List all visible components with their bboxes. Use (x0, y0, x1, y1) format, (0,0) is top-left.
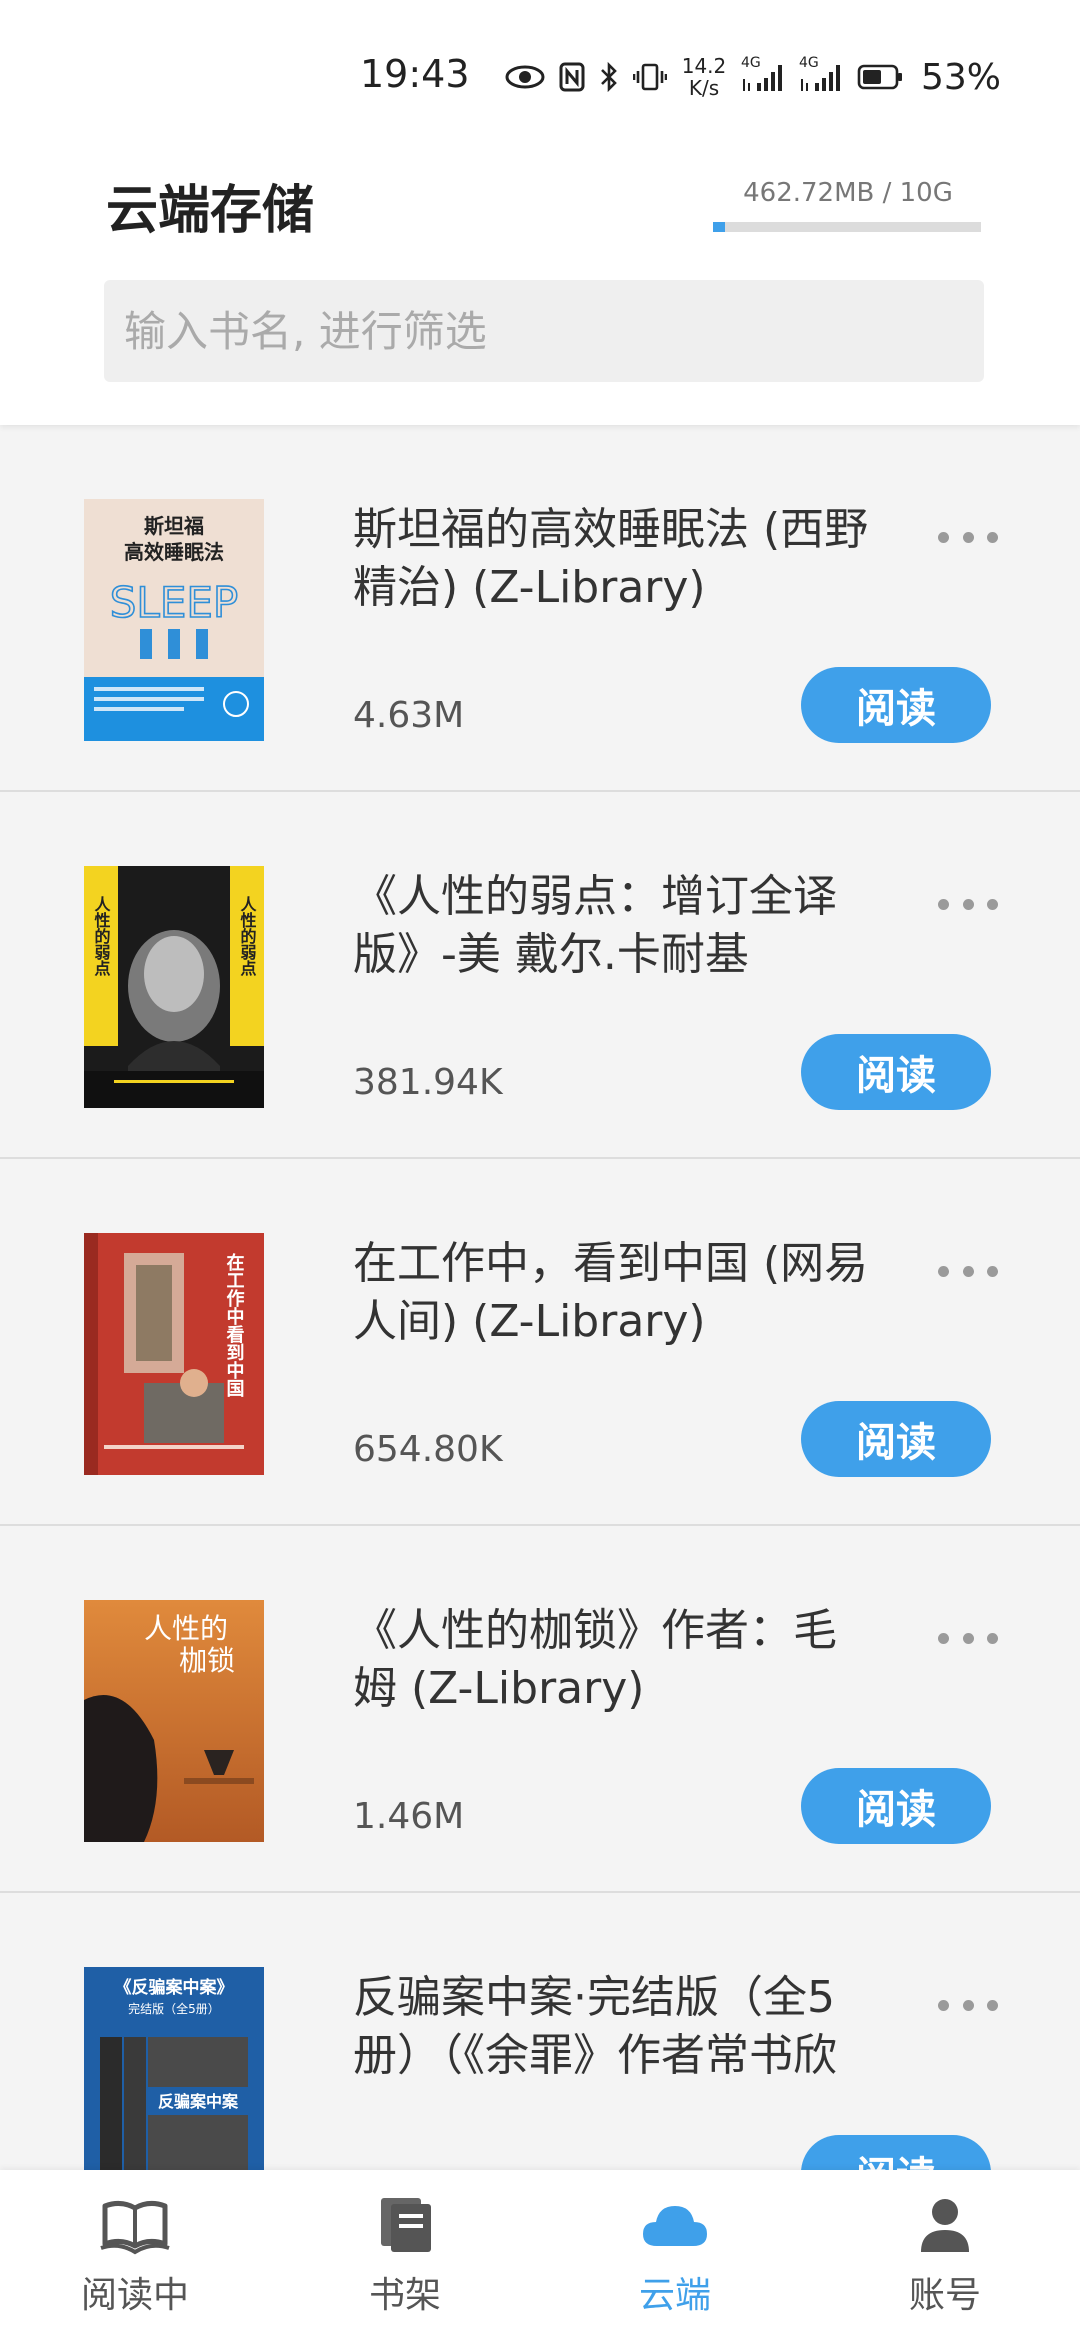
status-bar: 19:43 14.2 K/s 4G 4G 53% (0, 0, 1080, 140)
vibrate-icon (633, 62, 667, 92)
nav-label: 账号 (908, 2275, 981, 2316)
more-dot-icon (962, 898, 974, 910)
more-options-button[interactable] (938, 1626, 998, 1650)
battery-percent: 53% (921, 56, 1002, 98)
net-speed-value: 14.2 (681, 54, 727, 78)
storage-usage-bar (713, 222, 981, 232)
signal-label-2: 4G (799, 55, 819, 71)
read-button[interactable]: 阅读 (801, 1034, 991, 1110)
cover-text: 人性的弱点 (92, 896, 111, 977)
net-speed-unit: K/s (688, 76, 720, 100)
book-title[interactable]: 反骗案中案·完结版（全5册）（《余罪》作者常书欣 (353, 1969, 873, 2085)
more-dot-icon (962, 1265, 974, 1277)
book-title[interactable]: 斯坦福的高效睡眠法 (西野精治) (Z-Library) (353, 501, 873, 617)
bookshelf-icon (381, 2198, 431, 2252)
book-item[interactable]: 人性的弱点 人性的弱点 《人性的弱点：增订全译版》-美 戴尔.卡耐基 381.9… (0, 792, 1080, 1159)
storage-usage-text: 462.72MB / 10G (743, 178, 953, 208)
signal-icon-2: 4G (799, 55, 843, 93)
more-dot-icon (987, 531, 998, 543)
nav-item-cloud[interactable]: 云端 (540, 2170, 810, 2340)
book-cover[interactable]: 人性的弱点 人性的弱点 (84, 866, 264, 1108)
nav-item-reading[interactable]: 阅读中 (0, 2170, 270, 2340)
status-icons: 14.2 K/s 4G 4G 53% (505, 52, 1001, 102)
more-dot-icon (987, 898, 998, 910)
cover-text: 枷锁 (179, 1644, 235, 1677)
signal-label: 4G (741, 55, 761, 71)
book-item[interactable]: 斯坦福 高效睡眠法 SLEEP 斯坦福的高效睡眠法 (西野精治) (Z-Libr… (0, 425, 1080, 792)
net-speed: 14.2 K/s (681, 55, 727, 99)
nav-label: 云端 (638, 2275, 711, 2316)
cloud-icon (643, 2206, 707, 2246)
cover-text: SLEEP (110, 578, 238, 627)
header: 19:43 14.2 K/s 4G 4G 53% 云端存储 462.72MB /… (0, 0, 1080, 425)
more-options-button[interactable] (938, 525, 998, 549)
more-dot-icon (987, 1265, 998, 1277)
more-dot-icon (987, 1999, 998, 2011)
storage-usage-fill (713, 222, 726, 232)
battery-icon (857, 63, 903, 91)
open-book-icon (100, 2200, 170, 2255)
more-dot-icon (962, 1999, 974, 2011)
more-dot-icon (938, 1632, 949, 1644)
book-cover[interactable]: 斯坦福 高效睡眠法 SLEEP (84, 499, 264, 741)
book-cover[interactable]: 人性的 枷锁 (84, 1600, 264, 1842)
more-dot-icon (987, 1632, 998, 1644)
more-options-button[interactable] (938, 1259, 998, 1283)
nav-item-account[interactable]: 账号 (810, 2170, 1080, 2340)
more-dot-icon (962, 1632, 974, 1644)
more-dot-icon (938, 898, 949, 910)
read-button[interactable]: 阅读 (801, 1401, 991, 1477)
signal-icon: 4G (741, 55, 785, 93)
cover-text: 反骗案中案 (158, 2092, 239, 2111)
cover-text: 人性的弱点 (238, 896, 257, 977)
book-cover[interactable]: 在工作中看到中国 (84, 1233, 264, 1475)
more-dot-icon (962, 531, 974, 543)
cover-text: 高效睡眠法 (124, 540, 224, 564)
person-icon (921, 2199, 969, 2252)
cover-text: 斯坦福 (144, 514, 204, 538)
nav-label: 书架 (368, 2275, 441, 2316)
nfc-icon (559, 62, 585, 92)
book-size: 1.46M (353, 1796, 465, 1837)
bottom-nav: 阅读中 书架 云端 账号 (0, 2170, 1080, 2340)
more-dot-icon (938, 1265, 949, 1277)
search-input[interactable] (104, 280, 984, 382)
status-time: 19:43 (360, 52, 470, 96)
nav-label: 阅读中 (80, 2275, 189, 2316)
cover-text: 人性的 (144, 1612, 228, 1645)
book-item[interactable]: 人性的 枷锁 《人性的枷锁》作者：毛姆 (Z-Library) 1.46M 阅读 (0, 1526, 1080, 1893)
nav-item-bookshelf[interactable]: 书架 (270, 2170, 540, 2340)
more-dot-icon (938, 531, 949, 543)
more-options-button[interactable] (938, 892, 998, 916)
book-item[interactable]: 在工作中看到中国 在工作中，看到中国 (网易人间) (Z-Library) 65… (0, 1159, 1080, 1526)
book-size: 654.80K (353, 1429, 503, 1470)
cover-text: 《反骗案中案》 (115, 1977, 234, 1998)
cover-text: 完结版（全5册） (128, 2001, 220, 2016)
more-options-button[interactable] (938, 1993, 998, 2017)
more-dot-icon (938, 1999, 949, 2011)
book-size: 381.94K (353, 1062, 503, 1103)
book-title[interactable]: 《人性的枷锁》作者：毛姆 (Z-Library) (353, 1602, 873, 1718)
bluetooth-icon (599, 61, 619, 93)
book-title[interactable]: 《人性的弱点：增订全译版》-美 戴尔.卡耐基 (353, 868, 873, 984)
book-size: 4.63M (353, 695, 465, 736)
book-title[interactable]: 在工作中，看到中国 (网易人间) (Z-Library) (353, 1235, 873, 1351)
cover-text: 在工作中看到中国 (224, 1252, 246, 1398)
cloud-book-list: 斯坦福 高效睡眠法 SLEEP 斯坦福的高效睡眠法 (西野精治) (Z-Libr… (0, 425, 1080, 2260)
page-title: 云端存储 (106, 181, 315, 241)
read-button[interactable]: 阅读 (801, 1768, 991, 1844)
read-button[interactable]: 阅读 (801, 667, 991, 743)
eye-icon (505, 64, 545, 90)
